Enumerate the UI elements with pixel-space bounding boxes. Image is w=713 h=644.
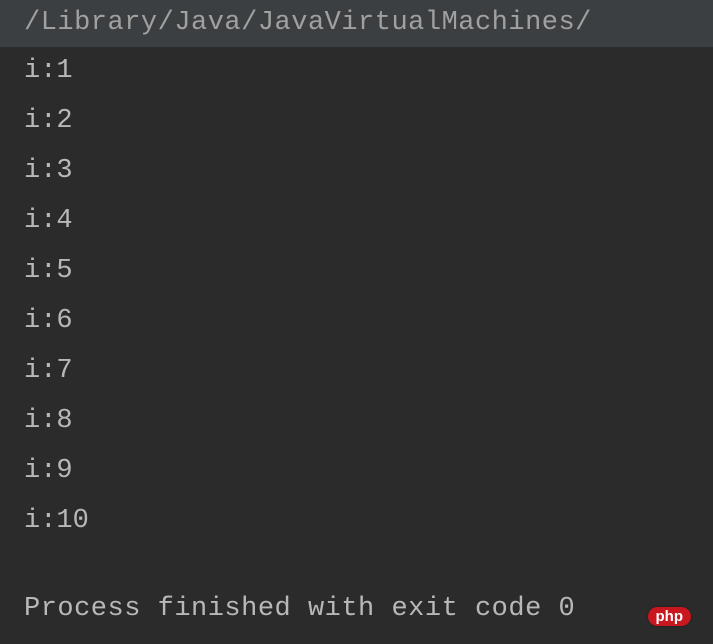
output-line: i:6	[0, 297, 713, 347]
blank-line	[0, 546, 713, 592]
output-line: i:1	[0, 47, 713, 97]
output-line: i:3	[0, 147, 713, 197]
output-line: i:4	[0, 197, 713, 247]
exit-message: Process finished with exit code 0	[0, 592, 713, 627]
output-line: i:8	[0, 397, 713, 447]
console-output: /Library/Java/JavaVirtualMachines/ i:1 i…	[0, 0, 713, 628]
output-line: i:2	[0, 97, 713, 147]
watermark: php	[648, 607, 690, 626]
output-line: i:7	[0, 347, 713, 397]
watermark-badge: php	[648, 607, 692, 626]
output-line: i:5	[0, 247, 713, 297]
execution-path: /Library/Java/JavaVirtualMachines/	[0, 0, 713, 47]
output-line: i:9	[0, 447, 713, 497]
output-line: i:10	[0, 497, 713, 547]
